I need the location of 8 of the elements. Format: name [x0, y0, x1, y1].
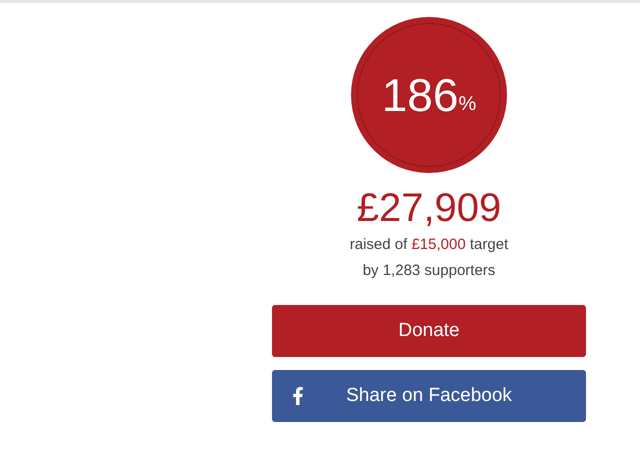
share-button[interactable]: Share on Facebook [272, 370, 586, 422]
facebook-icon [292, 387, 304, 405]
target-text: raised of £15,000 target [350, 235, 508, 255]
percent-sign: % [458, 94, 476, 114]
percent-value: 186 [382, 72, 458, 118]
supporters-text: by 1,283 supporters [362, 261, 496, 281]
raised-amount: £27,909 [356, 185, 502, 231]
donate-button[interactable]: Donate [272, 305, 586, 357]
